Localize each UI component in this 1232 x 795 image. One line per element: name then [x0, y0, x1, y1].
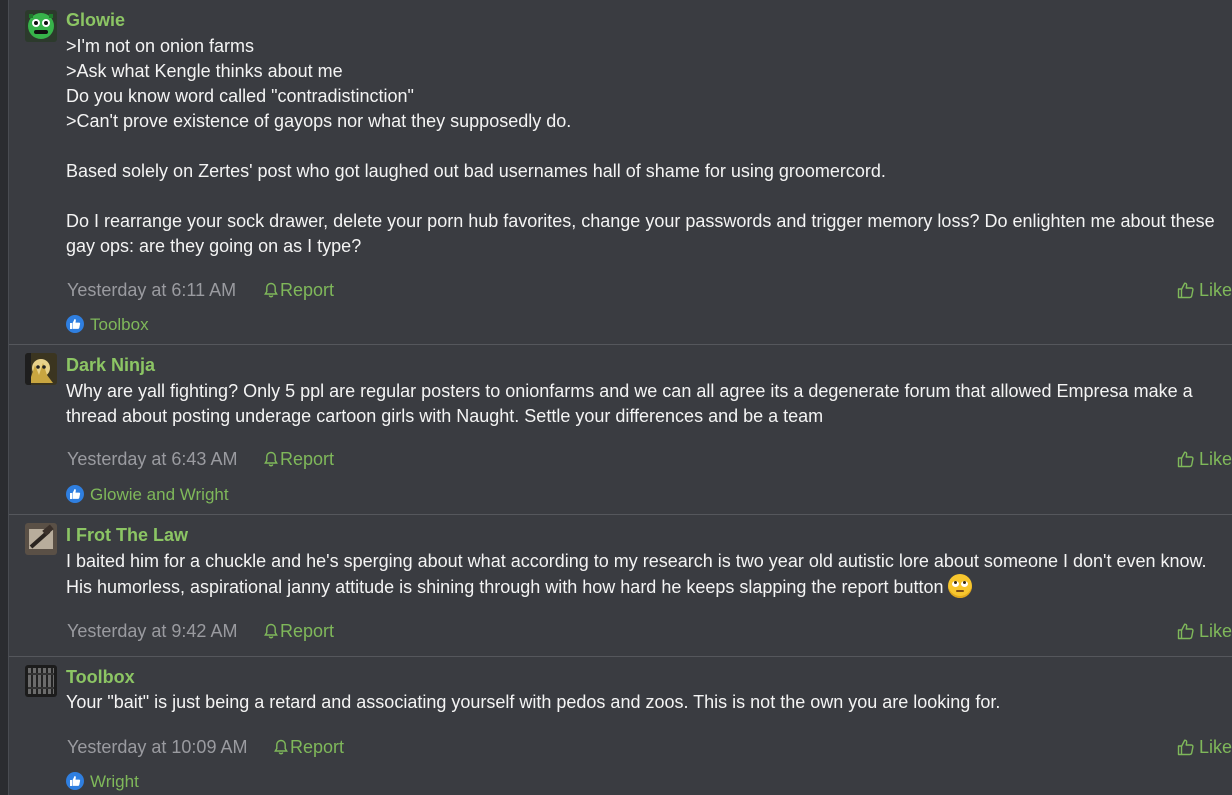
- like-button[interactable]: Like: [1177, 621, 1232, 642]
- like-reaction-icon: [66, 772, 84, 790]
- post-timestamp[interactable]: Yesterday at 9:42 AM: [67, 621, 237, 642]
- post: Dark Ninja Why are yall fighting? Only 5…: [9, 345, 1232, 515]
- post-body: >I'm not on onion farms >Ask what Kengle…: [66, 34, 1222, 259]
- post-timestamp[interactable]: Yesterday at 10:09 AM: [67, 737, 247, 758]
- post-footer: Yesterday at 6:11 AM Report Like: [66, 280, 1232, 306]
- like-button[interactable]: Like: [1177, 449, 1232, 470]
- post-line: Based solely on Zertes' post who got lau…: [66, 161, 886, 181]
- post-line: >Ask what Kengle thinks about me: [66, 61, 343, 81]
- left-rail: [0, 0, 9, 795]
- username[interactable]: Dark Ninja: [66, 355, 155, 376]
- post-footer: Yesterday at 9:42 AM Report Like: [66, 621, 1232, 647]
- avatar-glowie[interactable]: [25, 10, 57, 42]
- thumbs-up-icon: [1177, 739, 1194, 756]
- avatar-glowie-image: [25, 10, 57, 42]
- post-footer: Yesterday at 6:43 AM Report Like: [66, 449, 1232, 475]
- post-line: I baited him for a chuckle and he's sper…: [66, 549, 1222, 600]
- bell-icon: [264, 282, 278, 298]
- post-line-blank: [66, 184, 1222, 209]
- bell-icon: [264, 623, 278, 639]
- post-line: Do you know word called "contradistincti…: [66, 86, 414, 106]
- thumbs-up-icon: [1177, 623, 1194, 640]
- post-line-blank: [66, 134, 1222, 159]
- like-button[interactable]: Like: [1177, 280, 1232, 301]
- post-line: >Can't prove existence of gayops nor wha…: [66, 111, 572, 131]
- like-label: Like: [1198, 737, 1232, 757]
- avatar-i-frot-the-law[interactable]: [25, 523, 57, 555]
- like-reaction-icon: [66, 315, 84, 333]
- like-label: Like: [1198, 449, 1232, 469]
- avatar-dark-ninja[interactable]: [25, 353, 57, 385]
- like-label: Like: [1198, 621, 1232, 641]
- thumbs-up-icon: [1177, 282, 1194, 299]
- reactions-bar[interactable]: Wright: [66, 772, 139, 792]
- post-timestamp[interactable]: Yesterday at 6:43 AM: [67, 449, 237, 470]
- report-link[interactable]: Report: [264, 280, 334, 301]
- post-line: Your "bait" is just being a retard and a…: [66, 692, 1001, 712]
- report-label: Report: [280, 621, 335, 641]
- post-body: Why are yall fighting? Only 5 ppl are re…: [66, 379, 1222, 429]
- post-body: Your "bait" is just being a retard and a…: [66, 690, 1222, 715]
- post: Toolbox Your "bait" is just being a reta…: [9, 657, 1232, 795]
- username[interactable]: I Frot The Law: [66, 525, 188, 546]
- report-label: Report: [280, 449, 335, 469]
- reactions-users[interactable]: Wright: [90, 772, 139, 791]
- report-link[interactable]: Report: [274, 737, 344, 758]
- avatar-i-frot-the-law-image: [25, 523, 57, 555]
- post-line: Why are yall fighting? Only 5 ppl are re…: [66, 381, 1193, 426]
- rolling-eyes-emoji-icon: [947, 574, 972, 598]
- post-timestamp[interactable]: Yesterday at 6:11 AM: [67, 280, 236, 301]
- post-footer: Yesterday at 10:09 AM Report Like: [66, 737, 1232, 763]
- reactions-bar[interactable]: Toolbox: [66, 315, 149, 335]
- reactions-users[interactable]: Glowie and Wright: [90, 485, 229, 504]
- avatar-toolbox-image: [25, 665, 57, 697]
- post-body: I baited him for a chuckle and he's sper…: [66, 549, 1222, 600]
- reactions-bar[interactable]: Glowie and Wright: [66, 485, 229, 505]
- report-label: Report: [290, 737, 345, 757]
- bell-icon: [274, 739, 288, 755]
- post-line-text: I baited him for a chuckle and he's sper…: [66, 551, 1207, 597]
- username[interactable]: Glowie: [66, 10, 125, 31]
- like-button[interactable]: Like: [1177, 737, 1232, 758]
- avatar-toolbox[interactable]: [25, 665, 57, 697]
- report-link[interactable]: Report: [264, 621, 334, 642]
- post-line: Do I rearrange your sock drawer, delete …: [66, 211, 1215, 256]
- reactions-users[interactable]: Toolbox: [90, 315, 149, 334]
- username[interactable]: Toolbox: [66, 667, 135, 688]
- report-label: Report: [280, 280, 335, 300]
- post-line: >I'm not on onion farms: [66, 36, 255, 56]
- like-reaction-icon: [66, 485, 84, 503]
- post: Glowie >I'm not on onion farms >Ask what…: [9, 0, 1232, 345]
- thread: Glowie >I'm not on onion farms >Ask what…: [9, 0, 1232, 795]
- report-link[interactable]: Report: [264, 449, 334, 470]
- post: I Frot The Law I baited him for a chuckl…: [9, 515, 1232, 657]
- bell-icon: [264, 451, 278, 467]
- like-label: Like: [1198, 280, 1232, 300]
- thumbs-up-icon: [1177, 451, 1194, 468]
- avatar-dark-ninja-image: [25, 353, 57, 385]
